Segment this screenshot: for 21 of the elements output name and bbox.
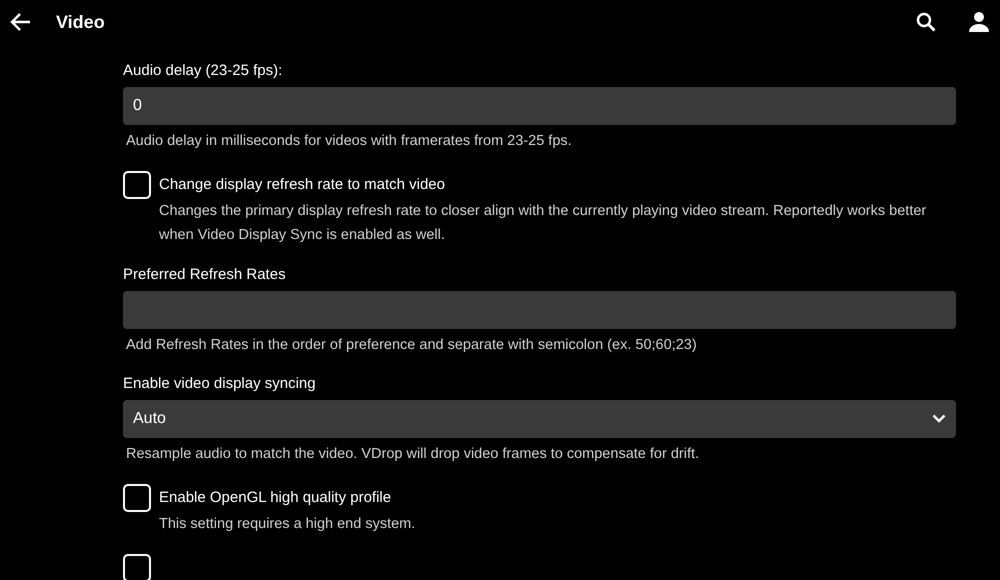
account-icon[interactable] — [968, 11, 990, 33]
page-title: Video — [56, 12, 105, 32]
checkbox-label: Enable OpenGL high quality profile — [159, 488, 392, 508]
field-label: Audio delay (23-25 fps): — [123, 62, 284, 79]
back-arrow-icon[interactable] — [10, 12, 32, 32]
checkbox-label: Change display refresh rate to match video — [159, 174, 446, 195]
checkbox[interactable] — [123, 170, 151, 199]
help-text: This setting requires a high end system. — [159, 514, 416, 534]
chevron-down-icon — [932, 414, 946, 424]
field-label: Preferred Refresh Rates — [123, 266, 287, 284]
checkbox[interactable] — [123, 554, 151, 580]
input-field[interactable]: 0 — [123, 87, 956, 125]
search-icon[interactable] — [916, 12, 936, 32]
help-text: Changes the primary display refresh rate to closer align with the currently playing video stream. Reportedly works better when Video Display Sync is enabled as well. — [159, 202, 928, 246]
help-text: Resample audio to match the video. VDrop will drop video frames to compensate for drift. — [126, 444, 700, 464]
input-field[interactable] — [123, 291, 956, 330]
dropdown[interactable]: Auto — [123, 400, 956, 438]
field-label: Enable video display syncing — [123, 374, 317, 392]
help-text: Add Refresh Rates in the order of preference and separate with semicolon (ex. 50;60;23) — [126, 336, 698, 356]
help-text: Audio delay in milliseconds for videos with framerates from 23-25 fps. — [126, 132, 573, 151]
checkbox[interactable] — [123, 484, 151, 512]
